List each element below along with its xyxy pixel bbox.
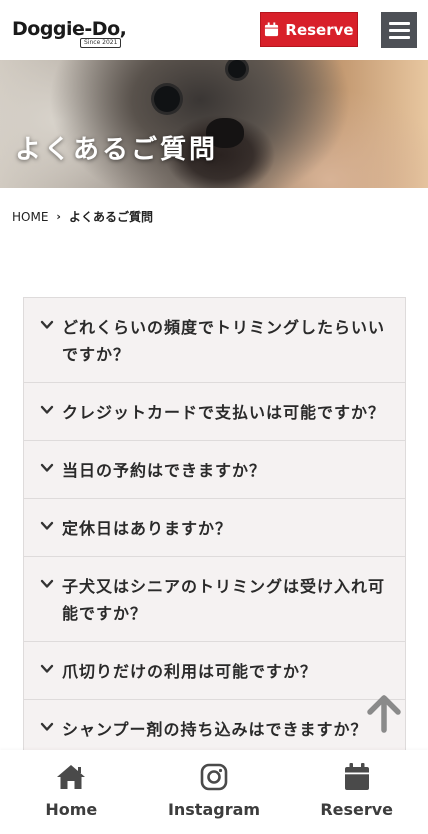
bottom-nav: Home Instagram Reserve [0, 750, 428, 834]
bottom-nav-reserve[interactable]: Reserve [285, 750, 428, 834]
faq-item[interactable]: 当日の予約はできますか？ [24, 441, 405, 499]
hero-banner: よくあるご質問 [0, 60, 428, 188]
faq-item[interactable]: 定休日はありますか？ [24, 499, 405, 557]
breadcrumb-separator: › [56, 210, 61, 223]
hero-photo-dog-eye [154, 86, 180, 112]
hamburger-menu-button[interactable] [381, 12, 417, 48]
logo[interactable]: Doggie-Do, [12, 18, 127, 40]
reserve-button-label: Reserve [285, 20, 354, 39]
faq-question: 当日の予約はできますか？ [62, 461, 267, 480]
faq-question: どれくらいの頻度でトリミングしたらいいですか？ [62, 318, 386, 364]
faq-question: 子犬又はシニアのトリミングは受け入れ可能ですか？ [62, 577, 386, 623]
chevron-down-icon [40, 463, 54, 472]
chevron-down-icon [40, 320, 54, 329]
bottom-nav-instagram-label: Instagram [167, 800, 261, 819]
faq-item[interactable]: シャンプー剤の持ち込みはできますか？ [24, 700, 405, 757]
bottom-nav-instagram[interactable]: Instagram [143, 750, 286, 834]
hamburger-icon [388, 21, 410, 25]
chevron-down-icon [40, 722, 54, 731]
home-icon [57, 765, 86, 789]
bottom-nav-home-label: Home [45, 800, 98, 819]
page-title: よくあるご質問 [15, 135, 219, 165]
chevron-down-icon [40, 405, 54, 414]
calendar-icon [265, 22, 279, 37]
faq-question: シャンプー剤の持ち込みはできますか？ [62, 720, 368, 739]
hamburger-icon-bar [388, 28, 410, 32]
instagram-icon [200, 763, 228, 791]
faq-question: 定休日はありますか？ [62, 519, 233, 538]
chevron-down-icon [40, 521, 54, 530]
bottom-nav-reserve-label: Reserve [320, 800, 394, 819]
faq-item[interactable]: 子犬又はシニアのトリミングは受け入れ可能ですか？ [24, 557, 405, 642]
breadcrumb-home-link[interactable]: HOME [12, 210, 48, 224]
calendar-icon [344, 763, 369, 790]
hamburger-icon-bar [388, 35, 410, 39]
faq-item[interactable]: どれくらいの頻度でトリミングしたらいいですか？ [24, 298, 405, 383]
breadcrumb: HOME › よくあるご質問 [12, 208, 153, 225]
arrow-up-icon[interactable] [364, 694, 404, 734]
faq-question: 爪切りだけの利用は可能ですか？ [62, 662, 318, 681]
faq-item[interactable]: クレジットカードで支払いは可能ですか？ [24, 383, 405, 441]
reserve-button[interactable]: Reserve [260, 12, 358, 47]
chevron-down-icon [40, 664, 54, 673]
faq-question: クレジットカードで支払いは可能ですか？ [62, 403, 386, 422]
logo-tagline: Since 2021 [80, 38, 122, 48]
faq-list: どれくらいの頻度でトリミングしたらいいですか？ クレジットカードで支払いは可能で… [23, 297, 406, 758]
site-header: Doggie-Do, Since 2021 Reserve [0, 0, 428, 60]
breadcrumb-current: よくあるご質問 [68, 210, 153, 224]
bottom-nav-home[interactable]: Home [0, 750, 143, 834]
faq-item[interactable]: 爪切りだけの利用は可能ですか？ [24, 642, 405, 700]
hero-photo-dog-eye [228, 60, 246, 78]
chevron-down-icon [40, 579, 54, 588]
